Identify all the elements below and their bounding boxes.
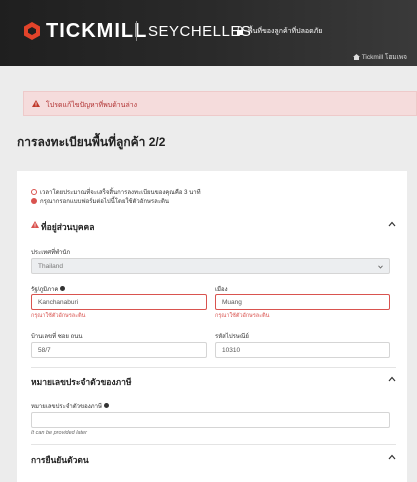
- warning-icon: [32, 100, 40, 107]
- tax-id-hint: It can be provided later: [31, 430, 87, 436]
- state-error: กรุณาใช้ตัวอักษรละติน: [31, 313, 86, 319]
- home-link[interactable]: Tickmill โฮมเพจ: [352, 52, 407, 62]
- lock-icon: [237, 26, 243, 35]
- chevron-up-icon[interactable]: [388, 454, 396, 460]
- clock-icon: [31, 189, 37, 195]
- chevron-up-icon[interactable]: [388, 221, 396, 227]
- country-value: Thailand: [38, 263, 63, 270]
- secure-area-label: พื้นที่ของลูกค้าที่ปลอดภัย: [248, 28, 323, 35]
- section-divider: [31, 367, 396, 368]
- zip-input[interactable]: 10310: [215, 342, 390, 358]
- top-header: TICKMILL SEYCHELLES พื้นที่ของลูกค้าที่ป…: [0, 0, 417, 66]
- chevron-down-icon: [378, 265, 383, 269]
- header-divider: [136, 21, 137, 41]
- home-icon: [352, 54, 360, 60]
- city-error: กรุณาใช้ตัวอักษรละติน: [215, 313, 270, 319]
- section-divider: [31, 444, 396, 445]
- tax-section-title: หมายเลขประจำตัวของภาษี: [31, 377, 132, 387]
- address-section-header[interactable]: ที่อยู่ส่วนบุคคล: [31, 220, 396, 234]
- tax-id-label: หมายเลขประจำตัวของภาษี: [31, 401, 109, 411]
- latin-note: กรุณากรอกแบบฟอร์มต่อไปนี้โดยใช้ตัวอักษรล…: [31, 196, 169, 206]
- tax-section-header[interactable]: หมายเลขประจำตัวของภาษี: [31, 375, 396, 389]
- registration-form: เวลาโดยประมาณที่จะเสร็จสิ้นการลงทะเบียนข…: [17, 171, 407, 482]
- info-icon: [31, 198, 37, 204]
- error-alert: โปรดแก้ไขปัญหาที่พบด้านล่าง: [23, 91, 417, 116]
- state-label: รัฐ/ภูมิภาค: [31, 284, 66, 294]
- home-link-label[interactable]: Tickmill โฮมเพจ: [362, 54, 407, 61]
- country-select[interactable]: Thailand: [31, 258, 390, 274]
- alert-text: โปรดแก้ไขปัญหาที่พบด้านล่าง: [46, 102, 138, 109]
- info-icon: [103, 403, 109, 408]
- info-icon: [60, 286, 66, 291]
- address-section-title: ที่อยู่ส่วนบุคคล: [31, 220, 94, 234]
- city-label: เมือง: [215, 287, 228, 293]
- page-title: การลงทะเบียนพื้นที่ลูกค้า 2/2: [17, 135, 166, 149]
- verify-section-title: การยืนยันตัวตน: [31, 455, 89, 465]
- city-input[interactable]: Muang: [215, 294, 390, 310]
- chevron-up-icon[interactable]: [388, 376, 396, 382]
- country-label: ประเทศที่พำนัก: [31, 250, 71, 256]
- tax-id-input[interactable]: [31, 412, 390, 428]
- state-input[interactable]: Kanchanaburi: [31, 294, 207, 310]
- tickmill-logo-icon: [24, 22, 40, 40]
- brand-name: TICKMILL: [46, 20, 148, 42]
- verify-section-header[interactable]: การยืนยันตัวตน: [31, 453, 396, 467]
- street-input[interactable]: 58/7: [31, 342, 207, 358]
- warning-icon: [31, 221, 39, 228]
- street-label: บ้านเลขที่ ซอย ถนน: [31, 334, 83, 340]
- zip-label: รหัสไปรษณีย์: [215, 334, 249, 340]
